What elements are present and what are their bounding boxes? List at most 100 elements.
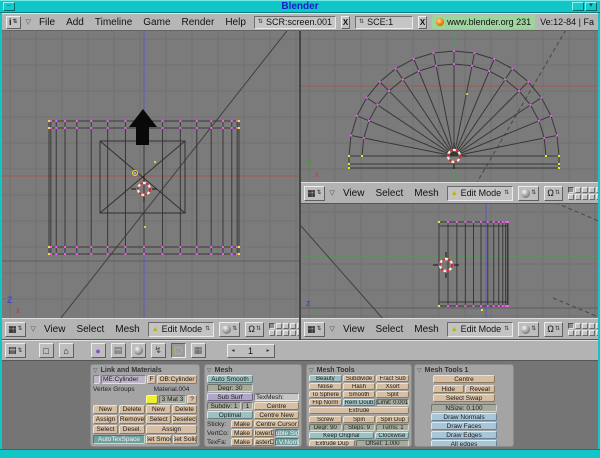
draw-edges-toggle[interactable]: Draw Edges <box>431 431 497 439</box>
layer-cell[interactable] <box>568 187 574 193</box>
draw-mode-button[interactable]: ⇅ <box>518 322 539 337</box>
no-vnormal-toggle[interactable]: No V.Normal <box>275 438 299 446</box>
menu-game[interactable]: Game <box>140 17 173 28</box>
rem-doubles-button[interactable]: Rem Doub <box>343 399 376 406</box>
layer-cell[interactable] <box>276 323 282 329</box>
menu-file[interactable]: File <box>36 17 58 28</box>
menu-add[interactable]: Add <box>63 17 87 28</box>
object-context-button[interactable]: ↯ <box>151 343 166 358</box>
menu-view[interactable]: View <box>340 324 368 335</box>
window-titlebar[interactable]: Blender – ▾ <box>0 0 600 13</box>
vgroup-select-button[interactable]: Select <box>93 425 118 434</box>
pivot-button[interactable]: Ω ⇅ <box>245 322 264 337</box>
subsurf-toggle[interactable]: Sub Surf <box>207 393 253 401</box>
layer-cell[interactable] <box>283 323 289 329</box>
window-shade-button[interactable]: ▾ <box>585 2 597 11</box>
material-select-button[interactable]: Select <box>146 415 171 424</box>
material-deselect-button[interactable]: Deselect <box>172 415 197 424</box>
viewport-front[interactable]: Z x <box>2 31 299 318</box>
extrude-button[interactable]: Extrude <box>309 407 409 414</box>
layer-cell[interactable] <box>290 323 296 329</box>
split-button[interactable]: Split <box>376 391 409 398</box>
screen-close-button[interactable]: X <box>341 16 350 29</box>
centre-button[interactable]: Centre <box>433 375 495 383</box>
keep-original-toggle[interactable]: Keep Original <box>309 432 374 439</box>
menu-select[interactable]: Select <box>372 324 406 335</box>
centre-new-button[interactable]: Centre New <box>254 411 299 419</box>
material-delete-button[interactable]: Delete <box>172 405 197 414</box>
subdiv-field[interactable]: Subdiv: 1 <box>207 402 241 410</box>
layer-cell[interactable] <box>575 194 581 200</box>
vgroup-new-button[interactable]: New <box>93 405 118 414</box>
layer-cell[interactable] <box>568 323 574 329</box>
panel-collapse-icon[interactable]: ▽ <box>93 367 98 374</box>
offset-field[interactable]: Offset: 1.000 <box>356 440 409 447</box>
mode-dropdown[interactable]: ▲ Edit Mode ⇅ <box>447 186 514 201</box>
select-swap-button[interactable]: Select Swap <box>433 394 495 402</box>
layer-cell[interactable] <box>269 323 275 329</box>
layer-cell[interactable] <box>582 187 588 193</box>
layer-cell[interactable] <box>297 330 299 336</box>
mesh-browse-button[interactable] <box>93 375 100 384</box>
menu-view[interactable]: View <box>41 324 69 335</box>
window-menu-button[interactable]: – <box>3 2 15 11</box>
layer-cell[interactable] <box>589 323 595 329</box>
window-type-button[interactable]: ▤ ⇅ <box>5 343 26 358</box>
layer-cell[interactable] <box>276 330 282 336</box>
mesh-name-field[interactable]: ME:Cylinder <box>101 375 146 384</box>
vgroup-remove-button[interactable]: Remove <box>119 415 145 424</box>
scene-context-button[interactable]: ▦ <box>191 343 206 358</box>
pivot-button[interactable]: Ω ⇅ <box>544 186 563 201</box>
layer-cell[interactable] <box>596 187 598 193</box>
draw-faces-toggle[interactable]: Draw Faces <box>431 422 497 430</box>
faster-draw-button[interactable]: FasterDr <box>254 438 274 446</box>
menu-mesh[interactable]: Mesh <box>411 188 441 199</box>
reveal-button[interactable]: Reveal <box>465 385 496 393</box>
panel-collapse-icon[interactable]: ▽ <box>309 367 314 374</box>
header-collapse-icon[interactable]: ▽ <box>31 325 36 333</box>
viewport-type-button[interactable]: ▦ ⇅ <box>304 186 325 201</box>
layer-cell[interactable] <box>269 330 275 336</box>
subdivide-button[interactable]: Subdivide <box>343 375 376 382</box>
version-link[interactable]: www.blender.org 231 <box>432 15 535 29</box>
shading-context-button[interactable] <box>131 343 146 358</box>
layer-cell[interactable] <box>589 330 595 336</box>
spin-dup-button[interactable]: Spin Dup <box>376 416 409 423</box>
layer-cell[interactable] <box>596 194 598 200</box>
texmesh-field[interactable]: TexMesh: <box>254 393 299 401</box>
layer-cell[interactable] <box>582 330 588 336</box>
draw-normals-toggle[interactable]: Draw Normals <box>431 413 497 421</box>
layer-cell[interactable] <box>596 323 598 329</box>
double-sided-toggle[interactable]: Double Sided <box>275 429 299 437</box>
layer-cell[interactable] <box>582 194 588 200</box>
degr-field[interactable]: Degr: 30 <box>207 384 253 392</box>
auto-smooth-toggle[interactable]: Auto Smooth <box>207 375 253 383</box>
home-view-button[interactable]: ⌂ <box>59 343 74 358</box>
draw-mode-button[interactable]: ⇅ <box>518 186 539 201</box>
smooth-button[interactable]: Smooth <box>343 391 376 398</box>
spin-button[interactable]: Spin <box>343 416 376 423</box>
panel-collapse-icon[interactable]: ▽ <box>207 367 212 374</box>
turns-field[interactable]: Turns: 1 <box>376 424 409 431</box>
set-solid-button[interactable]: Set Solid <box>173 435 197 444</box>
material-color-swatch[interactable] <box>146 395 158 404</box>
header-collapse-icon[interactable]: ▽ <box>26 18 31 26</box>
logic-context-button[interactable]: ● <box>91 343 106 358</box>
layer-cell[interactable] <box>568 330 574 336</box>
vgroup-assign-button[interactable]: Assign <box>93 415 118 424</box>
header-collapse-icon[interactable]: ▽ <box>330 325 335 333</box>
centre-button[interactable]: Centre <box>254 402 299 410</box>
centre-cursor-button[interactable]: Centre Cursor <box>254 420 299 428</box>
frame-increment-icon[interactable]: ▸ <box>267 348 270 354</box>
viewport-type-button[interactable]: ▦ ⇅ <box>5 322 26 337</box>
nsize-field[interactable]: NSize: 0.100 <box>431 404 497 412</box>
menu-view[interactable]: View <box>340 188 368 199</box>
frame-number-field[interactable]: ◂ 1 ▸ <box>227 344 275 358</box>
set-smooth-button[interactable]: Set Smoo <box>146 435 172 444</box>
extrude-dup-button[interactable]: Extrude Dup <box>309 440 355 447</box>
sticky-make-button[interactable]: Make <box>231 420 253 428</box>
mode-dropdown[interactable]: ▲ Edit Mode ⇅ <box>148 322 215 337</box>
hash-button[interactable]: Hash <box>343 383 376 390</box>
draw-mode-button[interactable]: ⇅ <box>219 322 240 337</box>
layer-cell[interactable] <box>290 330 296 336</box>
